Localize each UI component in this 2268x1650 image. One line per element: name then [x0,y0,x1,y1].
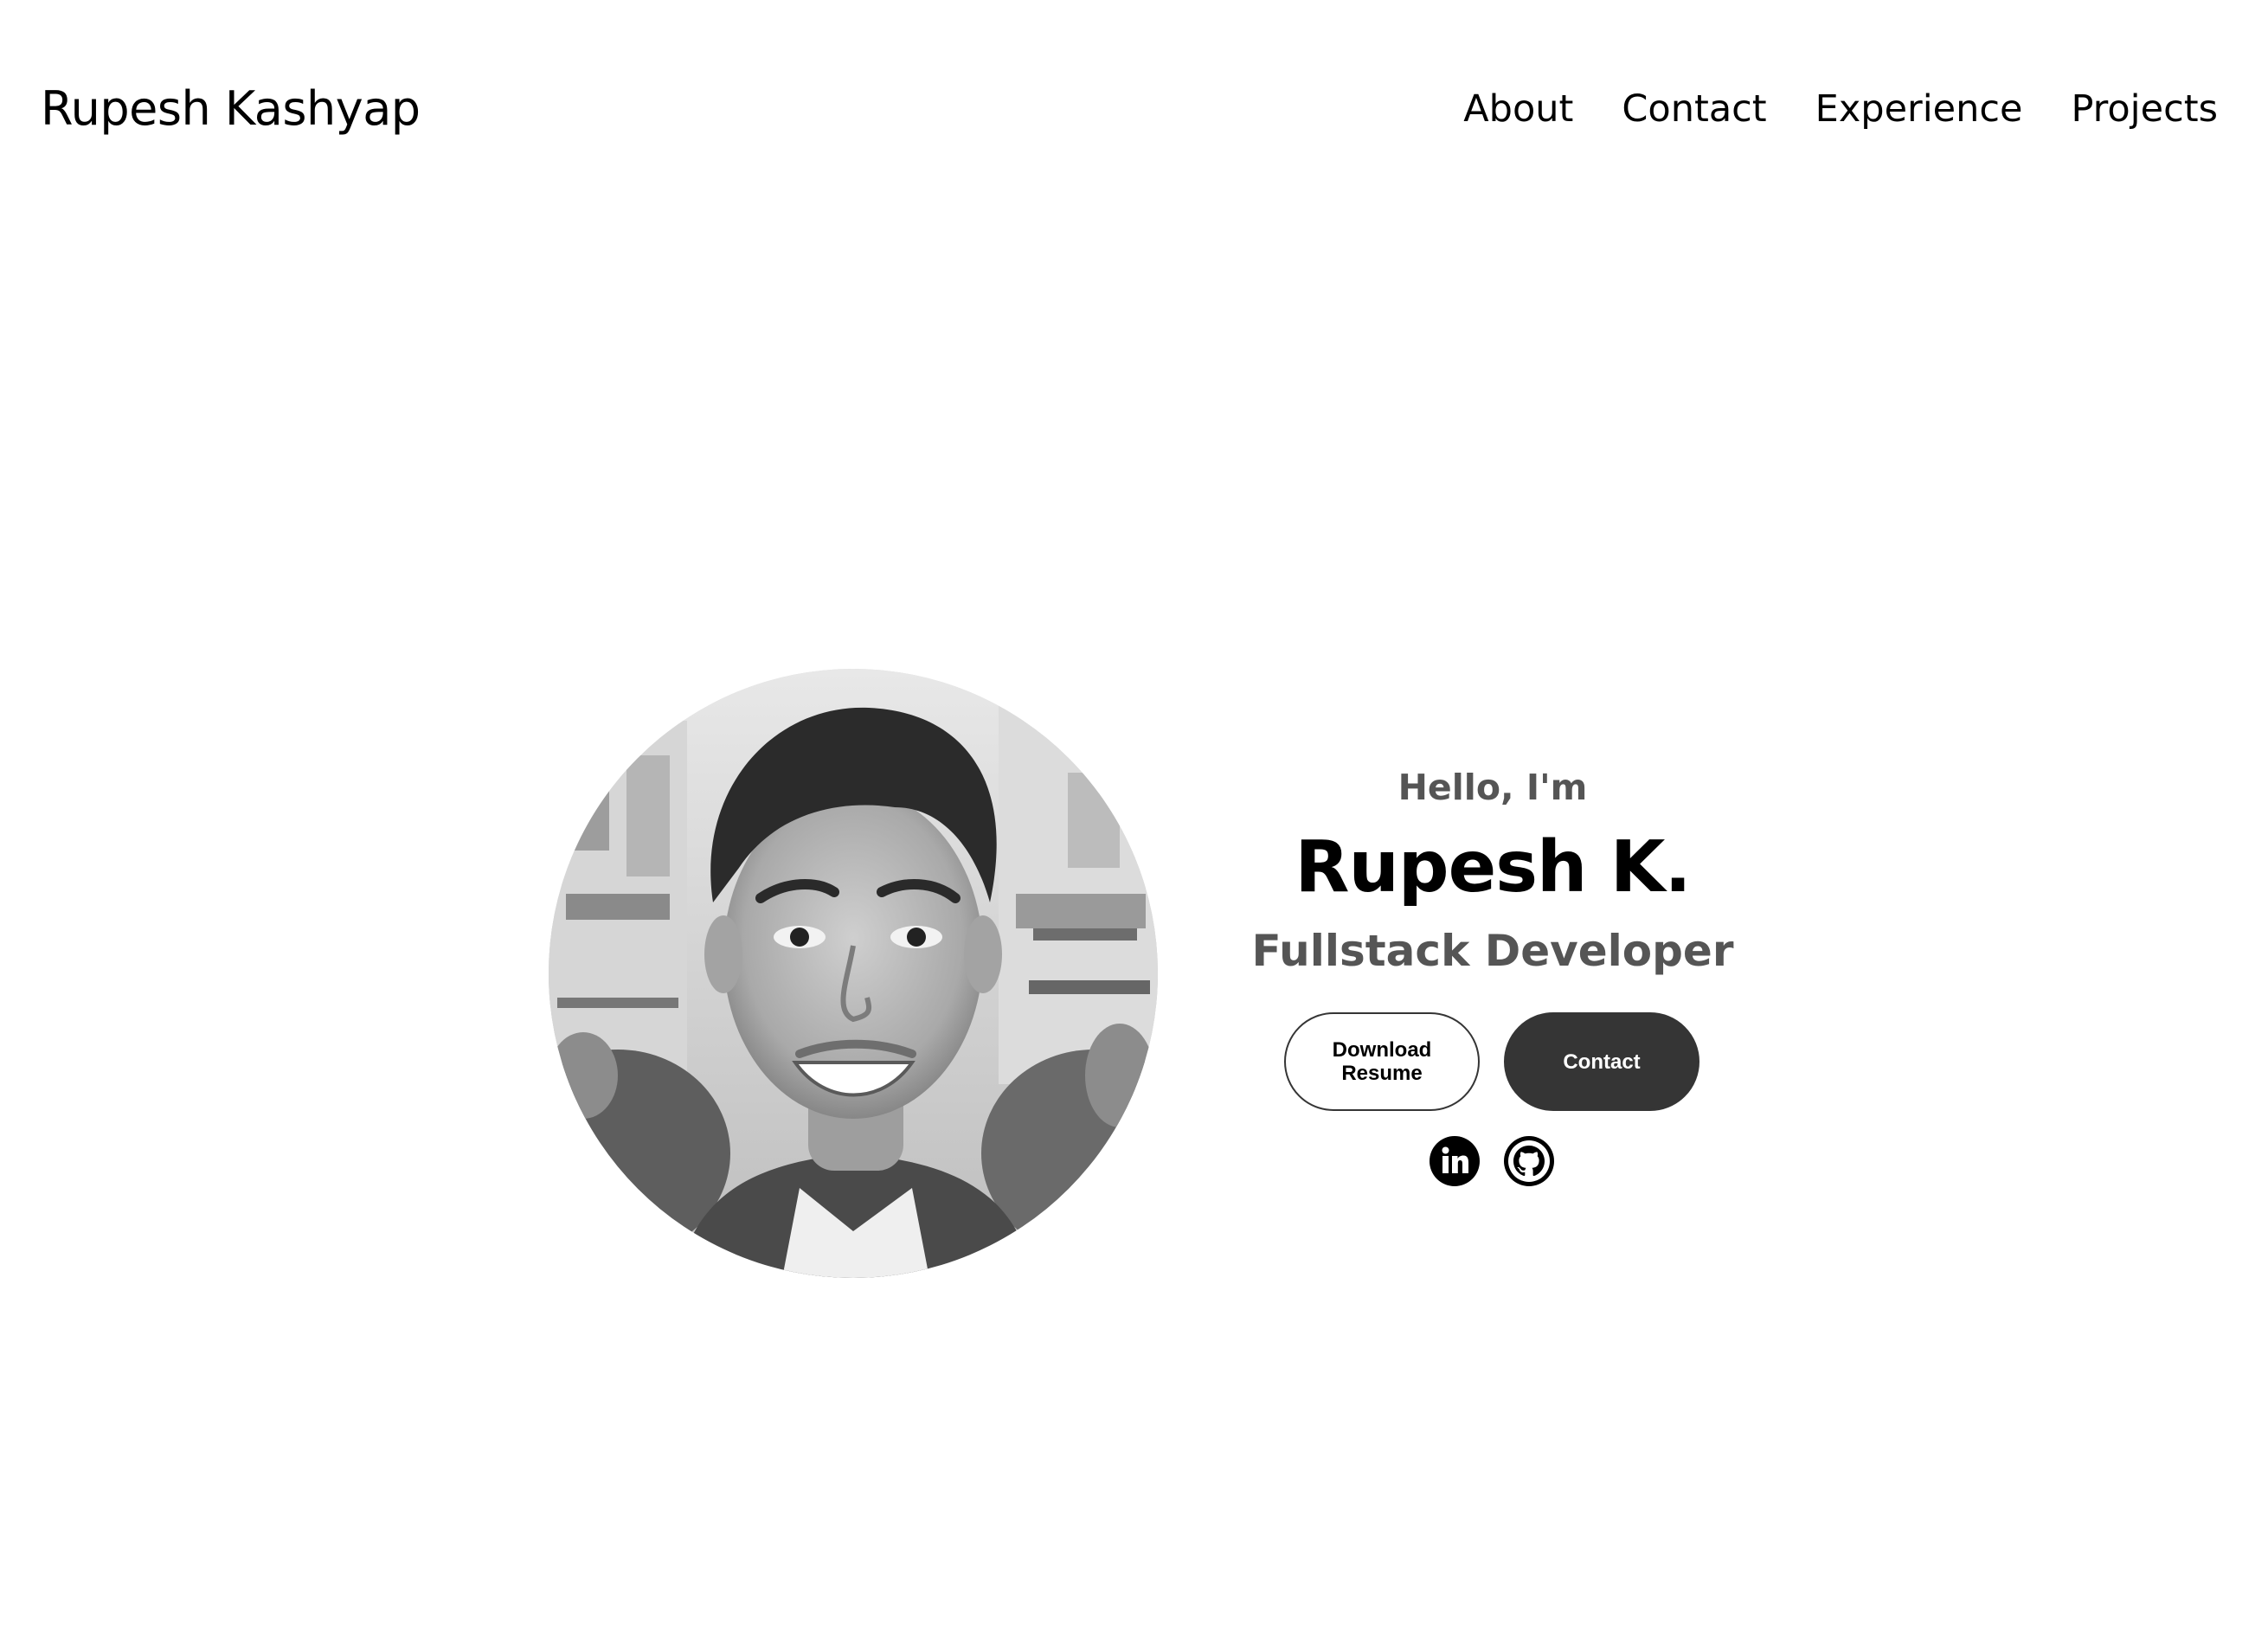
linkedin-icon[interactable] [1430,1136,1480,1186]
hero-text: Hello, I'm Rupesh K. Fullstack Developer [1194,753,1791,988]
top-nav: Rupesh Kashyap About Contact Experience … [0,0,2268,225]
download-resume-button[interactable]: Download Resume [1284,1012,1480,1111]
hero-greeting: Hello, I'm [1397,767,1588,808]
profile-photo [549,669,1158,1278]
hero-name: Rupesh K. [1295,826,1691,908]
site-brand[interactable]: Rupesh Kashyap [41,76,421,142]
hero-buttons: Download Resume Contact [1284,1012,1699,1111]
hero-role: Fullstack Developer [1251,926,1734,976]
nav-link-experience[interactable]: Experience [1815,80,2023,138]
nav-link-projects[interactable]: Projects [2071,80,2218,138]
social-links [1430,1136,1554,1186]
nav-link-contact[interactable]: Contact [1622,80,1766,138]
nav-links: About Contact Experience Projects [1463,80,2218,138]
github-icon[interactable] [1504,1136,1554,1186]
page: Rupesh Kashyap About Contact Experience … [0,0,2268,1650]
contact-button[interactable]: Contact [1504,1012,1699,1111]
nav-link-about[interactable]: About [1463,80,1573,138]
